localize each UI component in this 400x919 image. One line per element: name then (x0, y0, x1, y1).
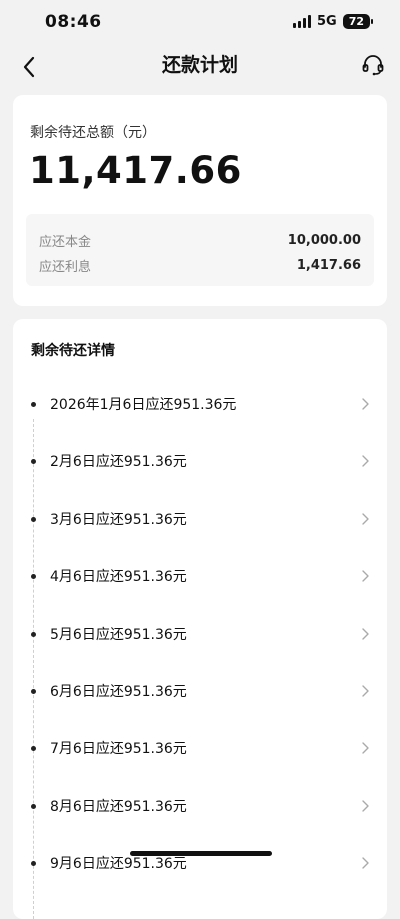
network-type: 5G (316, 14, 337, 29)
page-title: 还款计划 (161, 54, 238, 76)
battery-icon: 72 (342, 14, 374, 29)
installment-list: 2026年1月6日应还951.36元 2月6日应还951.36元 3月6日应还951… (13, 375, 387, 892)
timeline-dot (31, 803, 36, 809)
interest-row: 应还利息 1,417.66 (39, 254, 361, 276)
installment-item[interactable]: 5月6日应还951.36元 (13, 605, 387, 662)
breakdown-panel: 应还本金 10,000.00 应还利息 1,417.66 (26, 214, 374, 286)
installment-item[interactable]: 7月6日应还951.36元 (13, 719, 387, 776)
timeline-dot (31, 746, 36, 752)
chevron-right-icon (362, 455, 369, 468)
remaining-total-amount: 11,417.66 (29, 149, 242, 192)
installment-item[interactable]: 2月6日应还951.36元 (13, 432, 387, 489)
chevron-right-icon (362, 570, 369, 582)
chevron-right-icon (362, 685, 369, 697)
chevron-right-icon (362, 398, 369, 410)
customer-service-button[interactable] (358, 50, 388, 80)
installment-text: 6月6日应还951.36元 (50, 683, 187, 700)
installment-text: 7月6日应还951.36元 (50, 741, 187, 758)
chevron-right-icon (362, 627, 369, 640)
timeline-dot (31, 516, 36, 522)
status-time: 08:46 (45, 12, 102, 32)
installment-text: 2月6日应还951.36元 (50, 454, 187, 471)
installment-text: 3月6日应还951.36元 (50, 511, 187, 528)
summary-card: 剩余待还总额（元） 11,417.66 应还本金 10,000.00 应还利息 … (13, 95, 387, 306)
chevron-right-icon (362, 513, 369, 525)
headset-icon (362, 55, 384, 76)
installment-text: 5月6日应还951.36元 (50, 626, 187, 643)
signal-icon (292, 15, 311, 28)
remaining-total-label: 剩余待还总额（元） (30, 125, 156, 141)
timeline-dot (31, 574, 36, 580)
details-card: 剩余待还详情 2026年1月6日应还951.36元 2月6日应还951.36元 3月… (13, 319, 387, 919)
installment-text: 9月6日应还951.36元 (50, 856, 187, 873)
installment-item[interactable]: 3月6日应还951.36元 (13, 490, 387, 547)
timeline-dot (31, 861, 36, 867)
status-indicators: 5G 72 (292, 14, 374, 29)
chevron-right-icon (362, 742, 369, 755)
principal-row: 应还本金 10,000.00 (39, 229, 361, 251)
timeline-dot (31, 402, 36, 407)
home-indicator (130, 851, 272, 856)
installment-text: 8月6日应还951.36元 (50, 798, 187, 815)
details-title: 剩余待还详情 (31, 343, 115, 359)
timeline-dot (31, 688, 36, 694)
installment-item[interactable]: 2026年1月6日应还951.36元 (13, 375, 387, 432)
interest-label: 应还利息 (39, 259, 92, 275)
interest-value: 1,417.66 (296, 257, 361, 273)
installment-item[interactable]: 4月6日应还951.36元 (13, 547, 387, 604)
chevron-right-icon (362, 857, 369, 869)
installment-item[interactable]: 6月6日应还951.36元 (13, 662, 387, 719)
installment-text: 4月6日应还951.36元 (50, 569, 187, 586)
status-bar: 08:46 5G 72 (0, 0, 400, 46)
installment-item[interactable]: 8月6日应还951.36元 (13, 777, 387, 834)
chevron-right-icon (362, 800, 369, 812)
timeline-dot (31, 631, 36, 637)
installment-text: 2026年1月6日应还951.36元 (50, 397, 237, 413)
timeline-dot (31, 459, 36, 465)
principal-value: 10,000.00 (287, 232, 361, 248)
installment-item[interactable]: 9月6日应还951.36元 (13, 834, 387, 891)
nav-bar: 还款计划 (0, 46, 400, 92)
principal-label: 应还本金 (39, 234, 92, 250)
